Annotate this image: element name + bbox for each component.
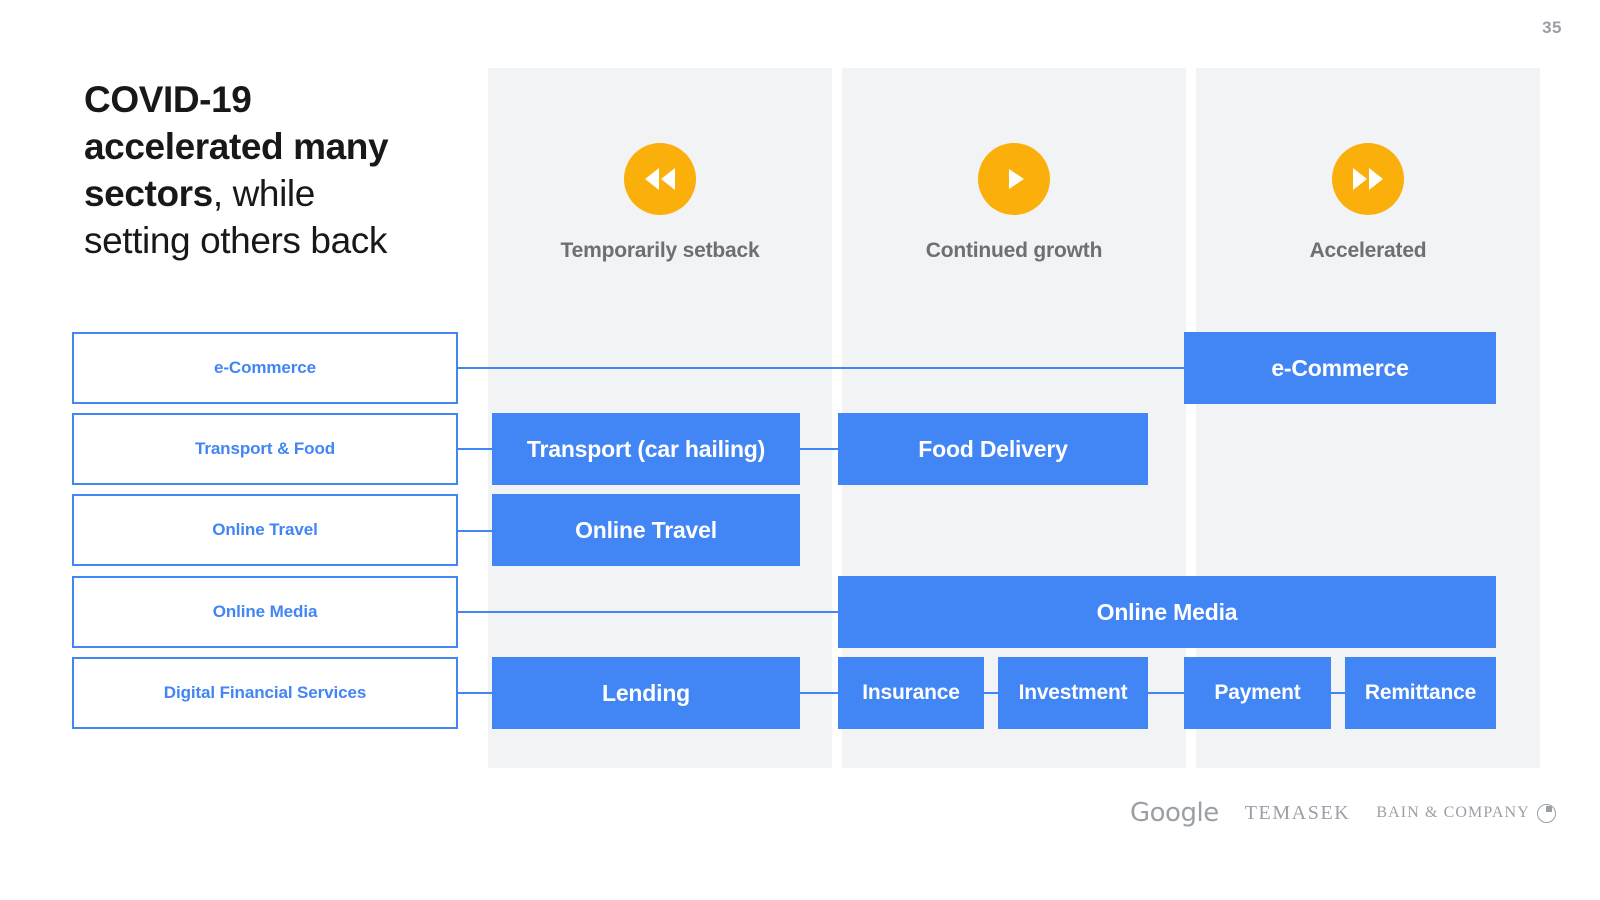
temasek-logo: TEMASEK: [1244, 801, 1351, 824]
matrix-box-label: Online Travel: [575, 516, 717, 543]
column-header-temporarily-setback: Temporarily setback: [488, 143, 832, 263]
title-line-1: COVID-19: [84, 79, 252, 120]
matrix-box-food-delivery[interactable]: Food Delivery: [838, 413, 1148, 485]
google-logo: Google: [1130, 798, 1219, 828]
connector-online-travel: [458, 530, 492, 532]
bain-logo: BAIN & COMPANY: [1376, 803, 1556, 823]
column-label: Temporarily setback: [560, 239, 760, 262]
sector-label-digital-financial-services[interactable]: Digital Financial Services: [72, 657, 458, 729]
matrix-box-label: Investment: [1018, 681, 1128, 704]
matrix-box-e-commerce[interactable]: e-Commerce: [1184, 332, 1496, 404]
matrix-box-transport-car-hailing[interactable]: Transport (car hailing): [492, 413, 800, 485]
matrix-box-label: Food Delivery: [918, 435, 1068, 462]
connector-insurance-to-investment: [984, 692, 998, 694]
connector-transport-to-food-delivery: [800, 448, 838, 450]
connector-lending-to-insurance: [800, 692, 838, 694]
matrix-box-label: Transport (car hailing): [526, 435, 766, 462]
column-label: Accelerated: [1309, 239, 1427, 262]
column-header-continued-growth: Continued growth: [842, 143, 1186, 263]
matrix-box-online-travel[interactable]: Online Travel: [492, 494, 800, 566]
matrix-box-insurance[interactable]: Insurance: [838, 657, 984, 729]
rewind-icon: [624, 143, 696, 215]
sector-label-online-media[interactable]: Online Media: [72, 576, 458, 648]
title-line-3-light: , while: [212, 173, 315, 214]
sector-label-online-travel[interactable]: Online Travel: [72, 494, 458, 566]
matrix-box-remittance[interactable]: Remittance: [1345, 657, 1496, 729]
footer-logos: Google TEMASEK BAIN & COMPANY: [1130, 798, 1556, 828]
page-title: COVID-19 accelerated many sectors, while…: [84, 76, 464, 264]
page-number: 35: [1542, 18, 1562, 37]
matrix-box-label: Lending: [601, 679, 691, 706]
matrix-box-online-media[interactable]: Online Media: [838, 576, 1496, 648]
sector-label-text: Online Media: [212, 602, 318, 621]
column-header-accelerated: Accelerated: [1196, 143, 1540, 263]
fast-forward-icon: [1332, 143, 1404, 215]
sector-label-text: Digital Financial Services: [163, 683, 367, 702]
connector-payment-to-remittance: [1331, 692, 1345, 694]
column-label: Continued growth: [925, 239, 1103, 262]
title-line-3-strong: sectors: [84, 173, 213, 214]
matrix-box-payment[interactable]: Payment: [1184, 657, 1331, 729]
title-line-2: accelerated many: [84, 126, 389, 167]
connector-online-media: [458, 611, 838, 613]
sector-label-text: e-Commerce: [214, 358, 316, 377]
matrix-box-label: e-Commerce: [1271, 354, 1409, 381]
matrix-box-label: Remittance: [1364, 681, 1477, 704]
matrix-box-investment[interactable]: Investment: [998, 657, 1148, 729]
matrix-box-label: Payment: [1214, 681, 1301, 704]
matrix-box-label: Online Media: [1096, 598, 1238, 625]
sector-label-text: Transport & Food: [194, 439, 336, 458]
connector-transport-food: [458, 448, 492, 450]
bain-mark-icon: [1536, 803, 1556, 823]
sector-label-transport-food[interactable]: Transport & Food: [72, 413, 458, 485]
connector-e-commerce: [458, 367, 1186, 369]
title-line-4: setting others back: [84, 220, 387, 261]
matrix-box-lending[interactable]: Lending: [492, 657, 800, 729]
sector-label-text: Online Travel: [212, 520, 318, 539]
bain-logo-text: BAIN & COMPANY: [1376, 804, 1530, 821]
connector-investment-to-payment: [1148, 692, 1184, 694]
sector-label-e-commerce[interactable]: e-Commerce: [72, 332, 458, 404]
matrix-box-label: Insurance: [862, 681, 960, 704]
connector-dfs: [458, 692, 492, 694]
play-icon: [978, 143, 1050, 215]
